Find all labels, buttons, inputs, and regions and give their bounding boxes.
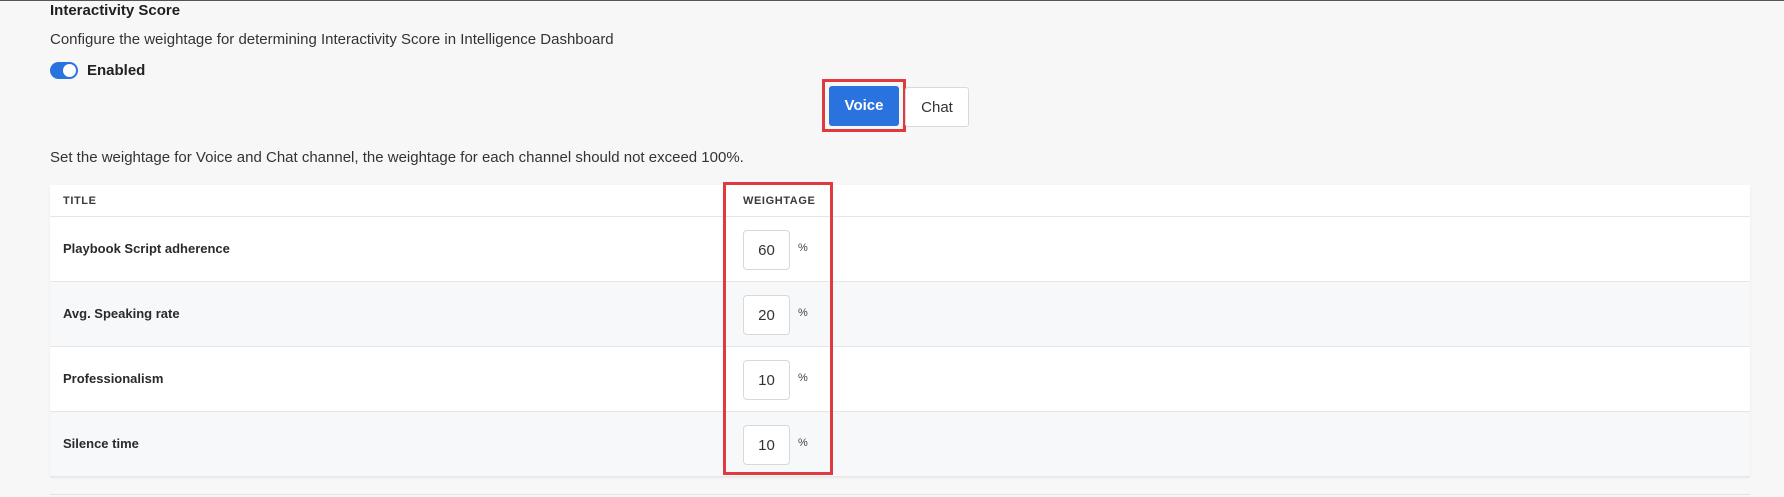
column-header-weightage: WEIGHTAGE xyxy=(743,195,816,207)
column-header-title: TITLE xyxy=(63,195,97,207)
percent-unit: % xyxy=(798,242,808,254)
table-row: Playbook Script adherence % xyxy=(50,217,1750,282)
row-title: Silence time xyxy=(63,436,139,451)
section-description: Configure the weightage for determining … xyxy=(50,31,614,48)
enabled-toggle-row: Enabled xyxy=(50,62,145,79)
tab-chat[interactable]: Chat xyxy=(905,87,969,127)
row-title: Avg. Speaking rate xyxy=(63,306,180,321)
percent-unit: % xyxy=(798,437,808,449)
channel-tabs: Voice Chat xyxy=(822,79,969,132)
weightage-input[interactable] xyxy=(743,360,790,400)
weightage-input[interactable] xyxy=(743,230,790,270)
table-row: Silence time % xyxy=(50,412,1750,477)
toggle-knob xyxy=(63,64,76,77)
top-divider xyxy=(0,0,1784,1)
bottom-divider xyxy=(50,494,1750,495)
weightage-table: TITLE WEIGHTAGE Playbook Script adherenc… xyxy=(50,185,1750,477)
enabled-label: Enabled xyxy=(87,62,146,79)
enabled-toggle[interactable] xyxy=(50,62,78,79)
weightage-input[interactable] xyxy=(743,295,790,335)
table-row: Avg. Speaking rate % xyxy=(50,282,1750,347)
percent-unit: % xyxy=(798,372,808,384)
weightage-info-text: Set the weightage for Voice and Chat cha… xyxy=(50,149,744,166)
table-header: TITLE WEIGHTAGE xyxy=(50,185,1750,217)
percent-unit: % xyxy=(798,307,808,319)
section-title: Interactivity Score xyxy=(50,2,181,19)
table-row: Professionalism % xyxy=(50,347,1750,412)
tab-voice[interactable]: Voice xyxy=(829,85,899,126)
voice-tab-highlight: Voice xyxy=(822,79,906,132)
weightage-input[interactable] xyxy=(743,425,790,465)
row-title: Playbook Script adherence xyxy=(63,241,230,256)
row-title: Professionalism xyxy=(63,371,164,386)
